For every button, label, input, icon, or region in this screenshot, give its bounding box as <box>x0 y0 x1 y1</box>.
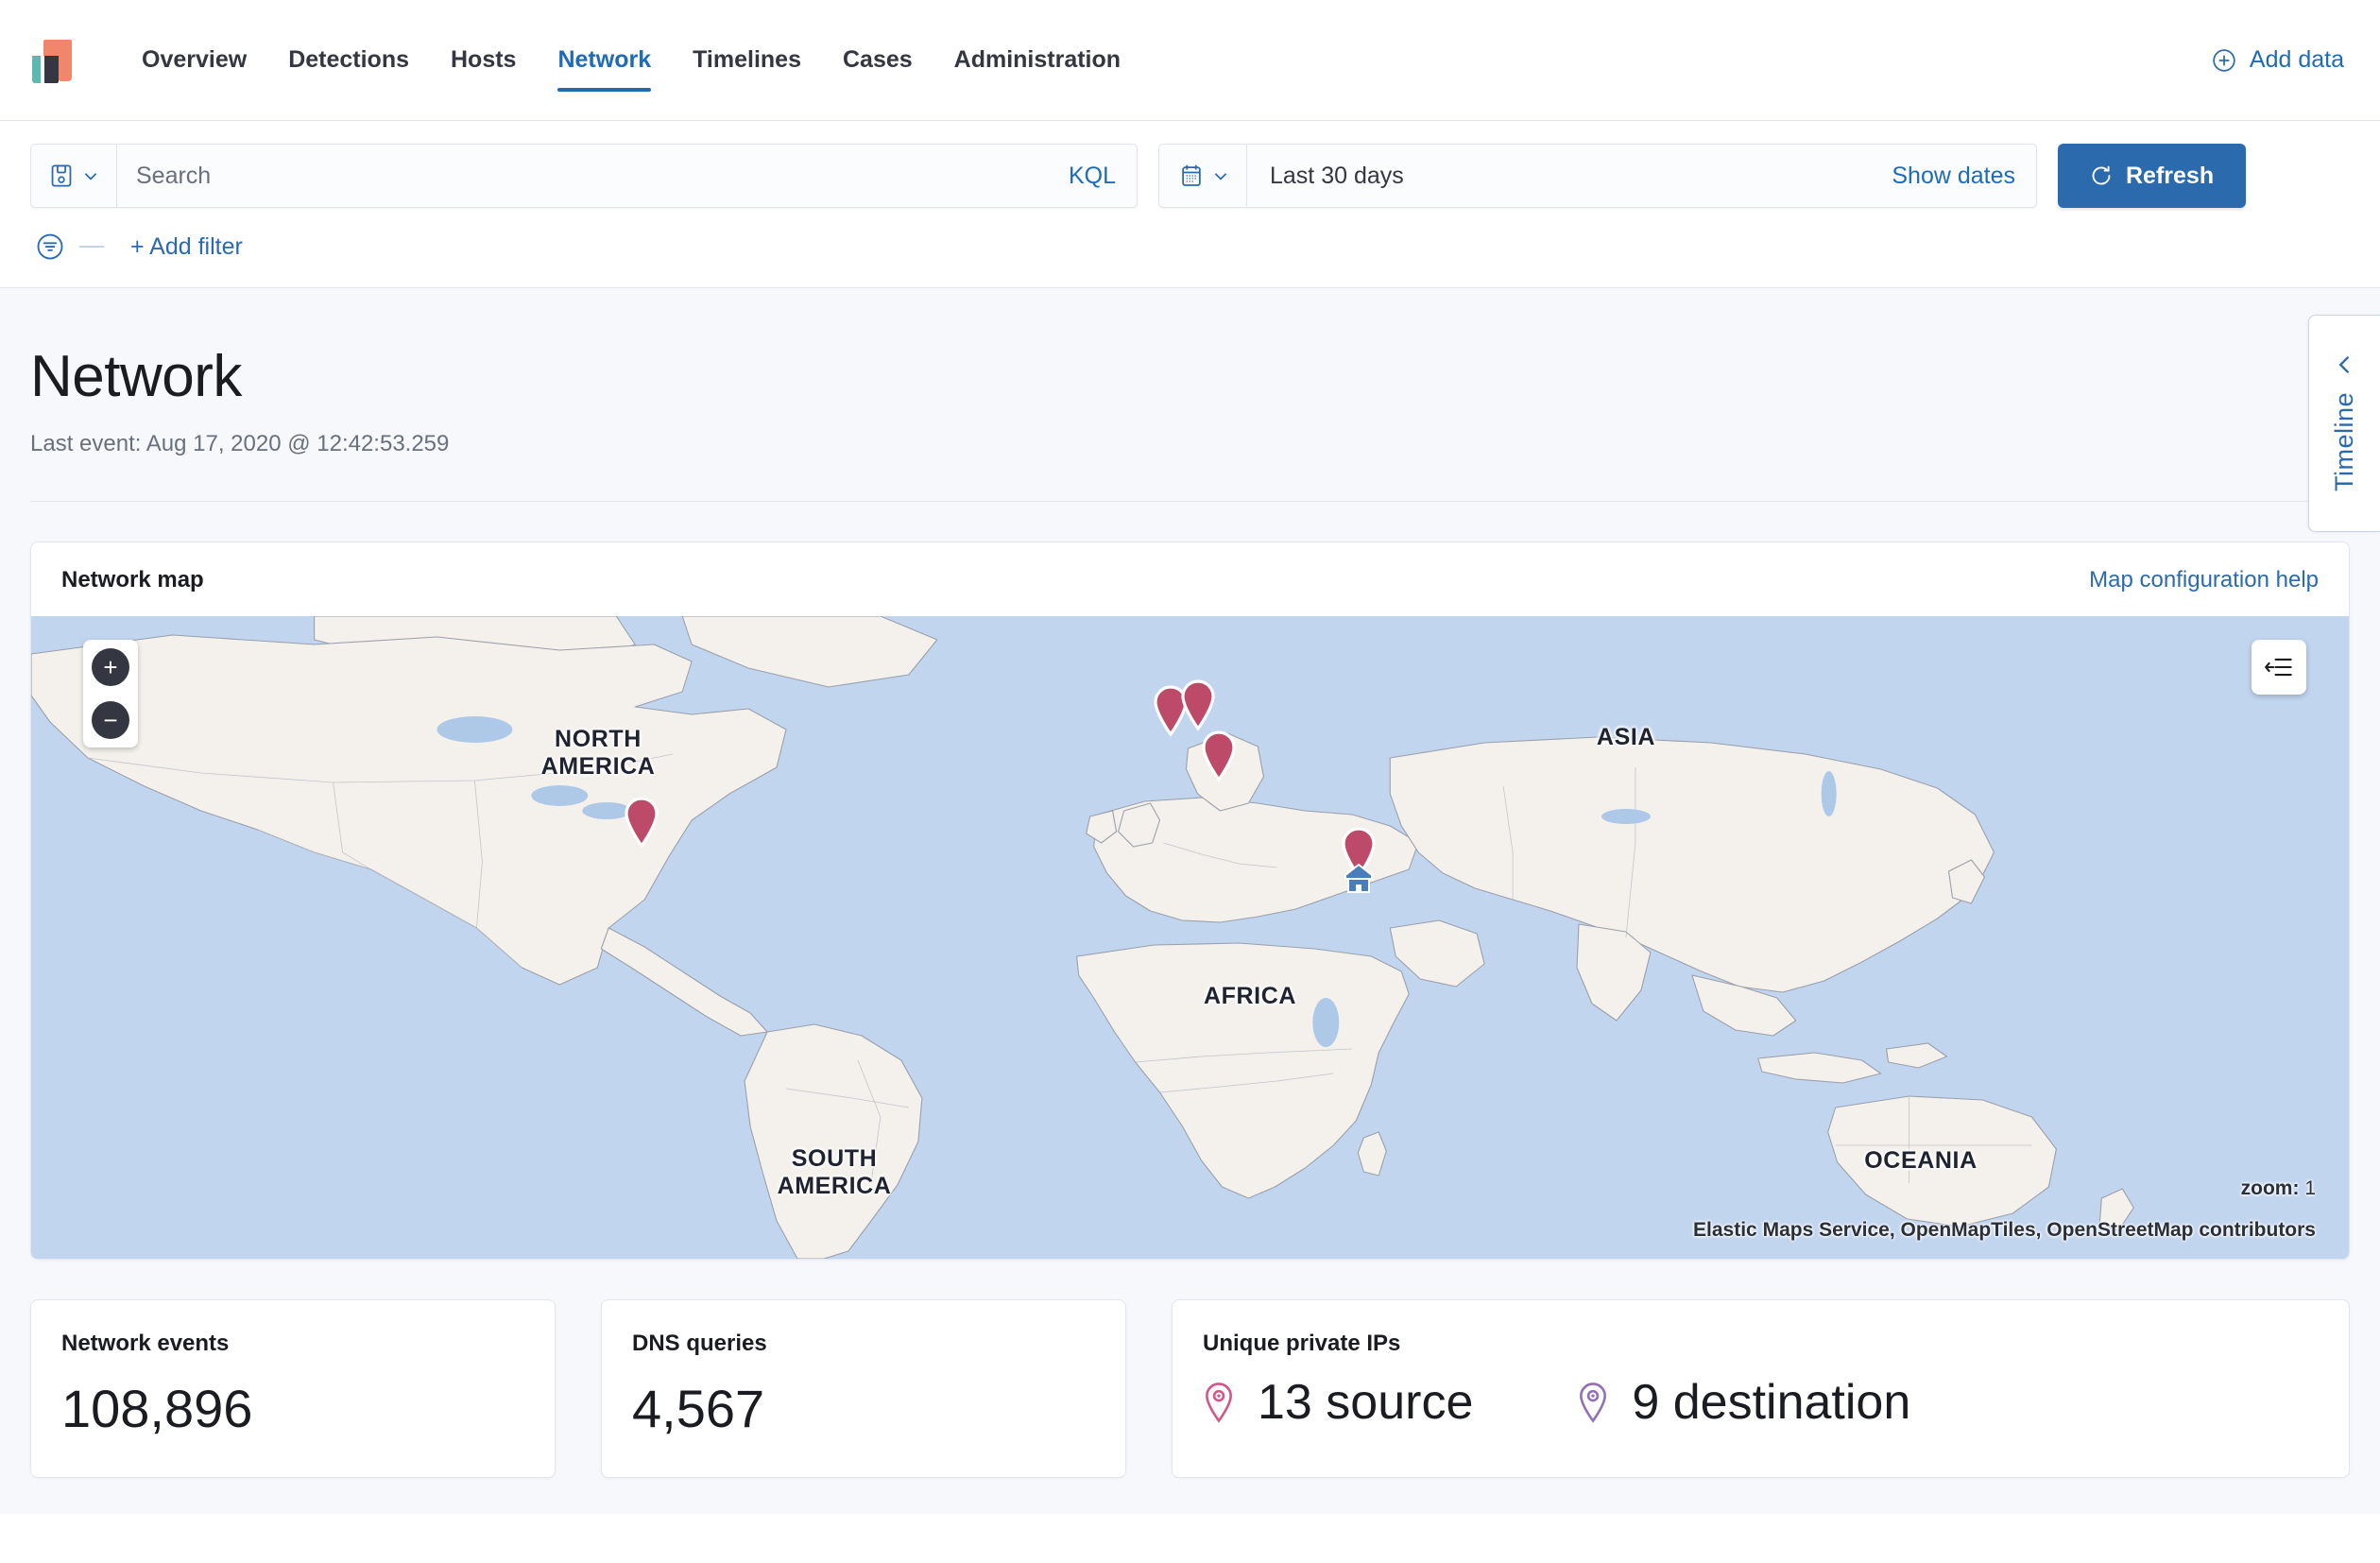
map-legend-toggle-button[interactable] <box>2252 640 2306 695</box>
dns-queries-card: DNS queries 4,567 <box>601 1299 1126 1478</box>
elastic-logo[interactable] <box>26 38 72 83</box>
timeline-label: Timeline <box>2330 392 2359 491</box>
unique-private-ips-source: 13 source <box>1203 1374 1473 1431</box>
layers-toggle-icon <box>2265 655 2293 679</box>
date-quick-select-button[interactable] <box>1159 145 1247 207</box>
refresh-icon <box>2090 164 2113 187</box>
map-attribution: Elastic Maps Service, OpenMapTiles, Open… <box>1693 1219 2316 1242</box>
query-bar: KQL Last 30 days Show dates Refresh <box>0 121 2380 208</box>
add-data-button[interactable]: Add data <box>2212 46 2344 74</box>
add-data-label: Add data <box>2250 46 2344 74</box>
pin-destination-icon <box>1577 1382 1609 1423</box>
nav-item-cases[interactable]: Cases <box>822 0 933 120</box>
primary-nav: Overview Detections Hosts Network Timeli… <box>121 0 1141 120</box>
unique-private-ips-title: Unique private IPs <box>1203 1331 2319 1357</box>
network-map-header: Network map Map configuration help <box>31 542 2349 616</box>
unique-private-ips-card: Unique private IPs 13 source 9 destinati… <box>1172 1299 2350 1478</box>
page-body: Network Last event: Aug 17, 2020 @ 12:42… <box>0 287 2380 1514</box>
dns-queries-title: DNS queries <box>632 1331 1095 1357</box>
network-events-value: 108,896 <box>61 1378 524 1439</box>
refresh-button[interactable]: Refresh <box>2058 144 2246 208</box>
map-zoom-controls: + − <box>83 640 138 747</box>
refresh-label: Refresh <box>2126 163 2214 190</box>
timeline-flyout-tab[interactable]: Timeline <box>2308 315 2380 532</box>
query-language-button[interactable]: KQL <box>1048 163 1137 190</box>
dns-queries-value: 4,567 <box>632 1378 1095 1439</box>
date-range-value[interactable]: Last 30 days <box>1247 163 1871 190</box>
map-configuration-help-link[interactable]: Map configuration help <box>2089 567 2319 593</box>
pin-source-icon <box>1203 1382 1235 1423</box>
map-zoom-level: zoom: 1 <box>2241 1177 2316 1200</box>
map-zoom-out-button[interactable]: − <box>92 701 129 739</box>
saved-query-menu-button[interactable] <box>31 145 117 207</box>
pin-north-america[interactable] <box>622 796 661 849</box>
network-events-card: Network events 108,896 <box>30 1299 556 1478</box>
date-picker: Last 30 days Show dates <box>1158 144 2037 208</box>
nav-item-administration[interactable]: Administration <box>933 0 1141 120</box>
map-zoom-in-button[interactable]: + <box>92 648 129 686</box>
nav-item-network[interactable]: Network <box>537 0 672 120</box>
pin-central-europe[interactable] <box>1199 730 1239 782</box>
nav-item-detections[interactable]: Detections <box>267 0 430 120</box>
save-icon <box>50 163 73 188</box>
network-map-title: Network map <box>61 567 204 593</box>
unique-private-ips-destination-value: 9 destination <box>1632 1374 1910 1431</box>
page-title: Network <box>30 288 2350 410</box>
last-event-timestamp: Last event: Aug 17, 2020 @ 12:42:53.259 <box>30 410 2350 457</box>
search-input[interactable] <box>117 163 1048 190</box>
filter-row: + Add filter <box>0 208 2380 287</box>
nav-item-overview[interactable]: Overview <box>121 0 267 120</box>
network-map[interactable]: NORTH AMERICA ASIA AFRICA SOUTH AMERICA … <box>31 616 2349 1259</box>
top-navigation-bar: Overview Detections Hosts Network Timeli… <box>0 0 2380 121</box>
nav-item-hosts[interactable]: Hosts <box>430 0 537 120</box>
chevron-down-icon <box>82 167 99 184</box>
add-filter-button[interactable]: + Add filter <box>130 233 243 261</box>
unique-private-ips-source-value: 13 source <box>1258 1374 1473 1431</box>
network-map-panel: Network map Map configuration help <box>30 541 2350 1260</box>
search-bar: KQL <box>30 144 1138 208</box>
chevron-down-icon <box>1212 167 1229 184</box>
calendar-icon <box>1180 163 1203 188</box>
pin-northern-europe[interactable] <box>1178 678 1218 731</box>
network-events-title: Network events <box>61 1331 524 1357</box>
page-divider <box>30 501 2350 502</box>
filter-icon[interactable] <box>36 232 64 261</box>
unique-private-ips-destination: 9 destination <box>1577 1374 1910 1431</box>
plus-circle-icon <box>2212 48 2236 73</box>
nav-right-actions: Add data <box>2212 46 2344 74</box>
host-building-icon[interactable] <box>1340 858 1378 896</box>
stat-cards-row: Network events 108,896 DNS queries 4,567… <box>30 1299 2350 1478</box>
nav-item-timelines[interactable]: Timelines <box>672 0 822 120</box>
chevron-left-icon <box>2335 354 2355 375</box>
filter-divider <box>79 246 104 248</box>
show-dates-button[interactable]: Show dates <box>1871 163 2036 190</box>
